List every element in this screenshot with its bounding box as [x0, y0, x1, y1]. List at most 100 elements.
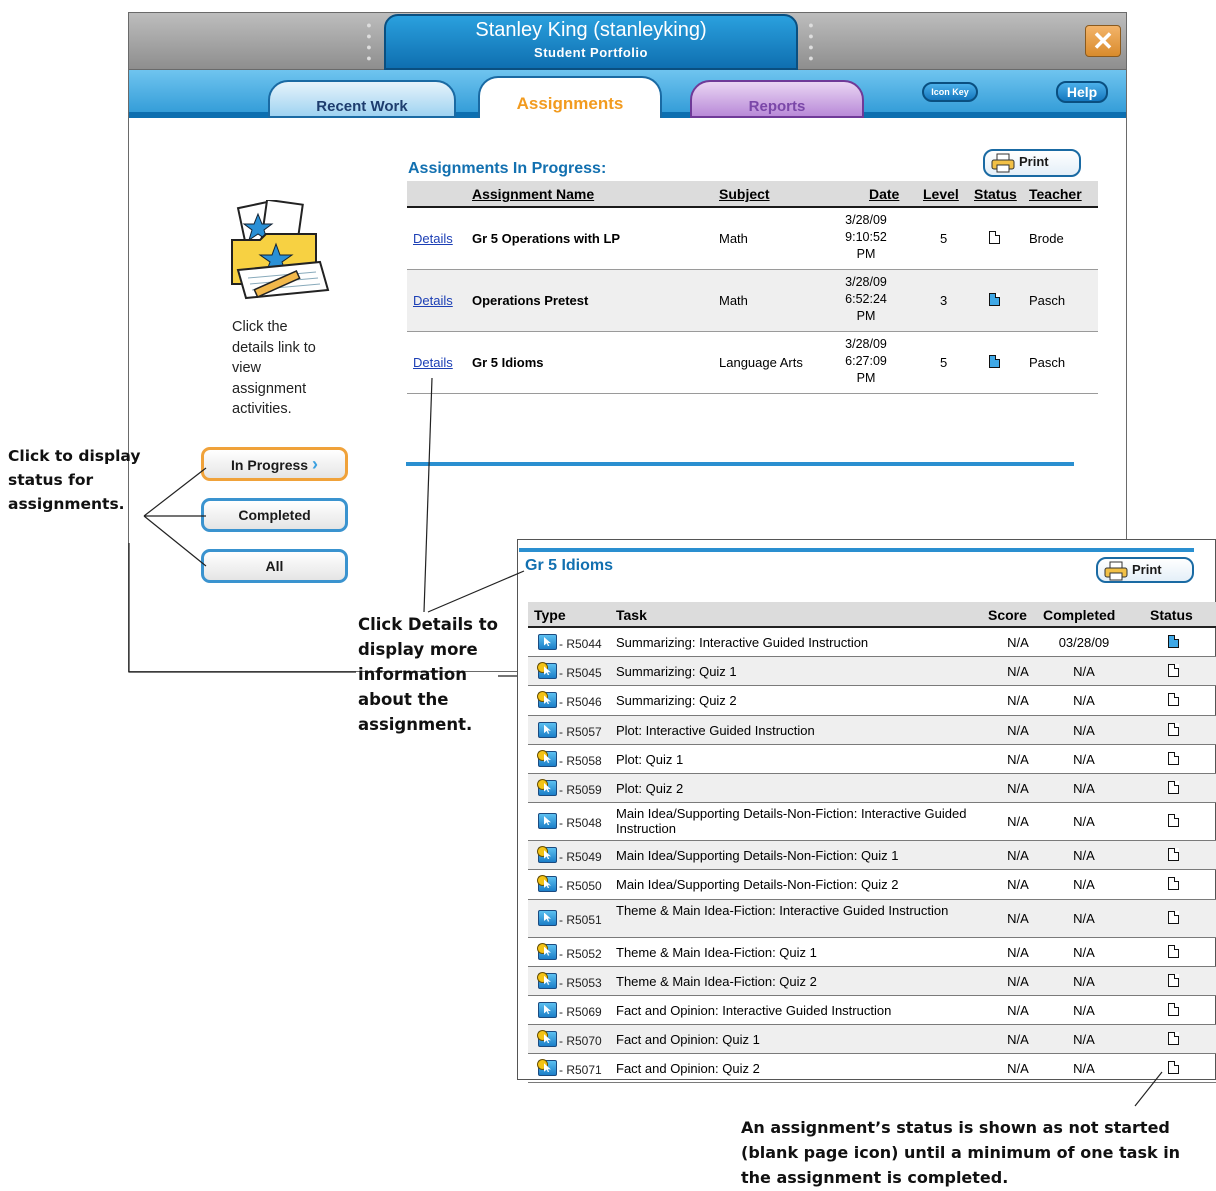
col-type: Type	[534, 607, 566, 623]
quiz-activity-icon	[537, 846, 557, 864]
blank-page-icon	[1168, 1002, 1179, 1016]
task-code: - R5044	[559, 637, 602, 651]
assignment-name: Gr 5 Idioms	[472, 355, 544, 370]
assignments-header-row: Assignment Name Subject Date Level Statu…	[407, 181, 1098, 208]
task-name: Plot: Quiz 1	[616, 751, 684, 767]
task-name: Summarizing: Interactive Guided Instruct…	[616, 635, 869, 650]
task-completed-date: N/A	[1073, 1032, 1095, 1048]
task-code: - R5046	[559, 695, 602, 710]
task-code: - R5057	[559, 724, 602, 739]
task-completed-date: N/A	[1073, 877, 1095, 893]
col-completed: Completed	[1043, 607, 1116, 623]
assignment-name: Operations Pretest	[472, 293, 589, 308]
task-row: - R5050 Main Idea/Supporting Details-Non-…	[528, 870, 1216, 900]
col-status[interactable]: Status	[974, 186, 1017, 202]
tab-assignments[interactable]: Assignments	[478, 76, 662, 118]
task-code: - R5069	[559, 1004, 602, 1019]
blank-page-icon	[1168, 664, 1179, 678]
blank-page-icon	[1168, 722, 1179, 736]
assignment-row: Details Operations Pretest Math 3/28/09 6:52…	[407, 270, 1098, 332]
task-code: - R5050	[559, 879, 602, 894]
task-score: N/A	[1007, 910, 1029, 926]
quiz-activity-icon	[537, 778, 557, 796]
task-score: N/A	[1007, 722, 1029, 738]
task-name: Fact and Opinion: Quiz 1	[616, 1032, 760, 1048]
task-score: N/A	[1007, 664, 1029, 680]
task-code: - R5070	[559, 1034, 602, 1049]
task-row: - R5057 Plot: Interactive Guided Instruct…	[528, 715, 1216, 745]
tab-recent-work[interactable]: Recent Work	[268, 80, 456, 118]
lesson-activity-icon	[538, 813, 557, 830]
col-subject[interactable]: Subject	[719, 186, 770, 202]
quiz-activity-icon	[537, 662, 557, 680]
task-row: - R5053 Theme & Main Idea-Fiction: Quiz 2…	[528, 966, 1216, 996]
details-link[interactable]: Details	[413, 293, 453, 308]
print-assignments-button[interactable]: Print	[983, 149, 1081, 177]
filter-completed-button[interactable]: Completed	[201, 498, 348, 532]
status-annotation: An assignment’s status is shown as not s…	[741, 1118, 1181, 1187]
chevron-right-icon: ›	[311, 454, 318, 474]
col-teacher[interactable]: Teacher	[1029, 186, 1082, 202]
assignment-level: 3	[940, 293, 948, 308]
print-label: Print	[1132, 562, 1162, 577]
task-row: - R5059 Plot: Quiz 2 N/A N/A	[528, 773, 1216, 804]
assignment-subject: Math	[719, 293, 748, 308]
blank-page-icon	[1168, 848, 1179, 862]
close-button[interactable]: ✕	[1085, 25, 1121, 57]
task-name: Summarizing: Quiz 1	[616, 664, 737, 680]
task-code: - R5048	[559, 816, 602, 831]
col-assignment-name[interactable]: Assignment Name	[472, 186, 594, 202]
lesson-activity-icon	[538, 909, 557, 926]
assignment-date: 3/28/09 6:52:24 PM	[845, 275, 887, 323]
details-link[interactable]: Details	[413, 355, 453, 370]
assignments-folder-icon	[224, 198, 334, 300]
quiz-activity-icon	[537, 971, 557, 989]
started-page-icon	[989, 355, 1000, 368]
task-completed-date: N/A	[1073, 944, 1095, 960]
help-button[interactable]: Help	[1056, 81, 1108, 103]
print-detail-button[interactable]: Print	[1096, 557, 1194, 583]
blank-page-icon	[1168, 910, 1179, 924]
detail-header-row: Type Task Score Completed Status	[528, 602, 1216, 628]
blank-page-icon	[1168, 780, 1179, 794]
task-row: - R5052 Theme & Main Idea-Fiction: Quiz 1…	[528, 938, 1216, 967]
detail-top-rule	[519, 548, 1194, 552]
filter-in-progress-button[interactable]: In Progress ›	[201, 447, 348, 481]
quiz-activity-icon	[537, 1030, 557, 1048]
sidebar-instructions: Click the details link to view assignmen…	[232, 319, 316, 417]
icon-key-button[interactable]: Icon Key	[922, 82, 978, 102]
lesson-activity-icon	[538, 721, 557, 738]
quiz-activity-icon	[537, 1059, 557, 1077]
blank-page-icon	[1168, 1032, 1179, 1046]
task-score: N/A	[1007, 751, 1029, 767]
details-link[interactable]: Details	[413, 231, 453, 246]
task-score: N/A	[1007, 1002, 1029, 1018]
task-row: - R5049 Main Idea/Supporting Details-Non-…	[528, 841, 1216, 871]
tab-reports[interactable]: Reports	[690, 80, 864, 118]
task-score: N/A	[1007, 1061, 1029, 1077]
assignment-level: 5	[940, 231, 948, 246]
task-code: - R5071	[559, 1063, 602, 1078]
col-date[interactable]: Date	[869, 186, 899, 202]
task-row: - R5045 Summarizing: Quiz 1 N/A N/A	[528, 657, 1216, 687]
task-row: - R5070 Fact and Opinion: Quiz 1 N/A N/A	[528, 1025, 1216, 1055]
filter-all-button[interactable]: All	[201, 549, 348, 583]
task-code: - R5052	[559, 946, 602, 961]
task-completed-date: N/A	[1073, 910, 1095, 926]
blank-page-icon	[1168, 944, 1179, 958]
col-level[interactable]: Level	[923, 186, 959, 202]
col-score: Score	[988, 607, 1027, 623]
task-code: - R5059	[559, 782, 602, 797]
assignment-date: 3/28/09 6:27:09 PM	[845, 337, 887, 385]
task-row: - R5044 Summarizing: Interactive Guided I…	[528, 628, 1216, 658]
col-task: Task	[616, 607, 647, 623]
task-score: N/A	[1007, 780, 1029, 796]
col-status: Status	[1150, 607, 1193, 623]
task-row: - R5048 Main Idea/Supporting Details-Non-…	[528, 803, 1216, 842]
task-completed-date: N/A	[1073, 973, 1095, 989]
task-score: N/A	[1007, 1032, 1029, 1048]
task-row: - R5069 Fact and Opinion: Interactive Gui…	[528, 996, 1216, 1026]
task-score: N/A	[1007, 973, 1029, 989]
task-name: Theme & Main Idea-Fiction: Quiz 2	[616, 973, 817, 989]
task-name: Main Idea/Supporting Details-Non-Fiction…	[616, 877, 899, 893]
